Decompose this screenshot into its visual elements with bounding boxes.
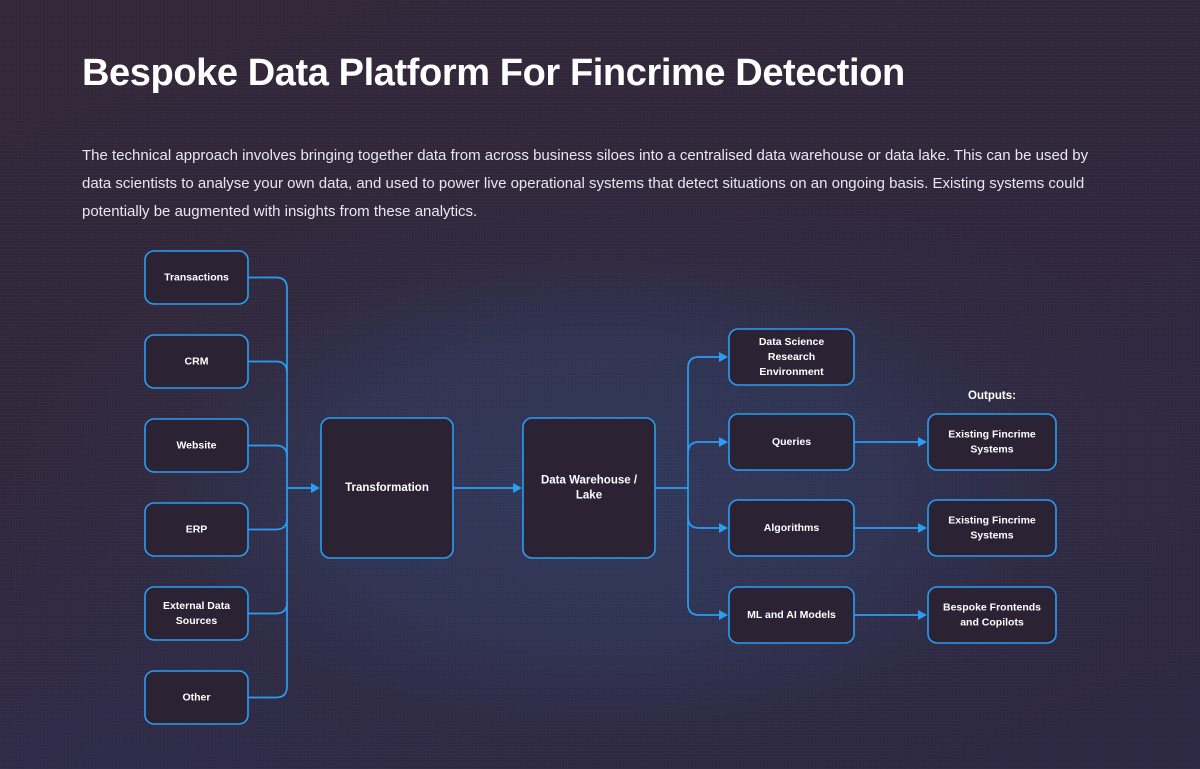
connector-source-1-to-bus (248, 360, 288, 373)
source-node-4-label: Sources (176, 615, 218, 627)
source-node-1[interactable]: CRM (144, 334, 249, 389)
source-node-5[interactable]: Other (144, 670, 249, 725)
output-node-1[interactable]: Existing Fincrime Systems (927, 499, 1057, 557)
output-node-2-label: Bespoke Frontends (943, 601, 1041, 613)
source-node-2-label: Website (176, 439, 216, 451)
output-node-1-shape (927, 499, 1057, 557)
connector-fanout-to-capability-0 (687, 356, 719, 369)
connector-source-0-to-bus (248, 276, 288, 289)
arrowhead-capability-2 (719, 523, 728, 533)
source-node-5-label: Other (182, 691, 210, 703)
capability-node-1[interactable]: Queries (728, 413, 855, 471)
capability-node-2-label: Algorithms (764, 522, 820, 534)
source-node-4[interactable]: External Data Sources (144, 586, 249, 641)
source-node-0-label: Transactions (164, 271, 229, 283)
connector-fanout-to-capability-2 (687, 516, 719, 529)
capability-node-1-label: Queries (772, 436, 811, 448)
stage-node-data-warehouse-label: Lake (576, 490, 602, 502)
arrowhead-output-1 (918, 523, 927, 533)
arrowhead-capability-3 (719, 610, 728, 620)
output-node-1-label: Systems (970, 529, 1013, 541)
capability-node-0-label: Data Science (759, 336, 825, 348)
capability-node-0-label: Research (768, 351, 815, 363)
connector-fanout-to-capability-3 (687, 603, 719, 616)
output-node-1-label: Existing Fincrime (948, 514, 1036, 526)
output-node-2[interactable]: Bespoke Frontends and Copilots (927, 586, 1057, 644)
arrowhead-output-2 (918, 610, 927, 620)
output-node-0[interactable]: Existing Fincrime Systems (927, 413, 1057, 471)
source-node-0[interactable]: Transactions (144, 250, 249, 305)
output-node-0-shape (927, 413, 1057, 471)
capability-node-0-label: Environment (759, 366, 824, 378)
capability-node-3[interactable]: ML and AI Models (728, 586, 855, 644)
output-node-0-label: Existing Fincrime (948, 428, 1036, 440)
arrowhead-warehouse (513, 483, 522, 493)
source-node-4-shape (144, 586, 249, 641)
stage-node-data-warehouse[interactable]: Data Warehouse / Lake (522, 417, 656, 559)
arrowhead-transformation (311, 483, 320, 493)
connector-source-5-to-bus (248, 686, 288, 699)
output-node-2-label: and Copilots (960, 616, 1024, 628)
source-node-2[interactable]: Website (144, 418, 249, 473)
node-layer: Transactions CRM Website ERP External Data So… (144, 250, 1057, 725)
connector-source-3-to-bus (248, 518, 288, 531)
stage-node-data-warehouse-label: Data Warehouse / (541, 475, 638, 487)
source-node-1-label: CRM (185, 355, 209, 367)
output-node-2-shape (927, 586, 1057, 644)
arrowhead-output-0 (918, 437, 927, 447)
stage-node-transformation-label: Transformation (345, 482, 429, 494)
source-node-4-label: External Data (163, 600, 230, 612)
source-node-3[interactable]: ERP (144, 502, 249, 557)
capability-node-3-label: ML and AI Models (747, 609, 836, 621)
architecture-diagram: Transactions CRM Website ERP External Data So… (144, 250, 1057, 725)
capability-node-0[interactable]: Data Science Research Environment (728, 328, 855, 386)
arrowhead-capability-0 (719, 352, 728, 362)
connector-source-2-to-bus (248, 444, 288, 457)
source-node-3-label: ERP (186, 523, 208, 535)
stage-node-transformation[interactable]: Transformation (320, 417, 454, 559)
connector-source-4-to-bus (248, 602, 288, 615)
arrowhead-capability-1 (719, 437, 728, 447)
capability-node-2[interactable]: Algorithms (728, 499, 855, 557)
output-node-0-label: Systems (970, 443, 1013, 455)
outputs-header: Outputs: (968, 390, 1016, 402)
stage-node-data-warehouse-shape (522, 417, 656, 559)
connector-fanout-to-capability-1 (687, 441, 719, 454)
